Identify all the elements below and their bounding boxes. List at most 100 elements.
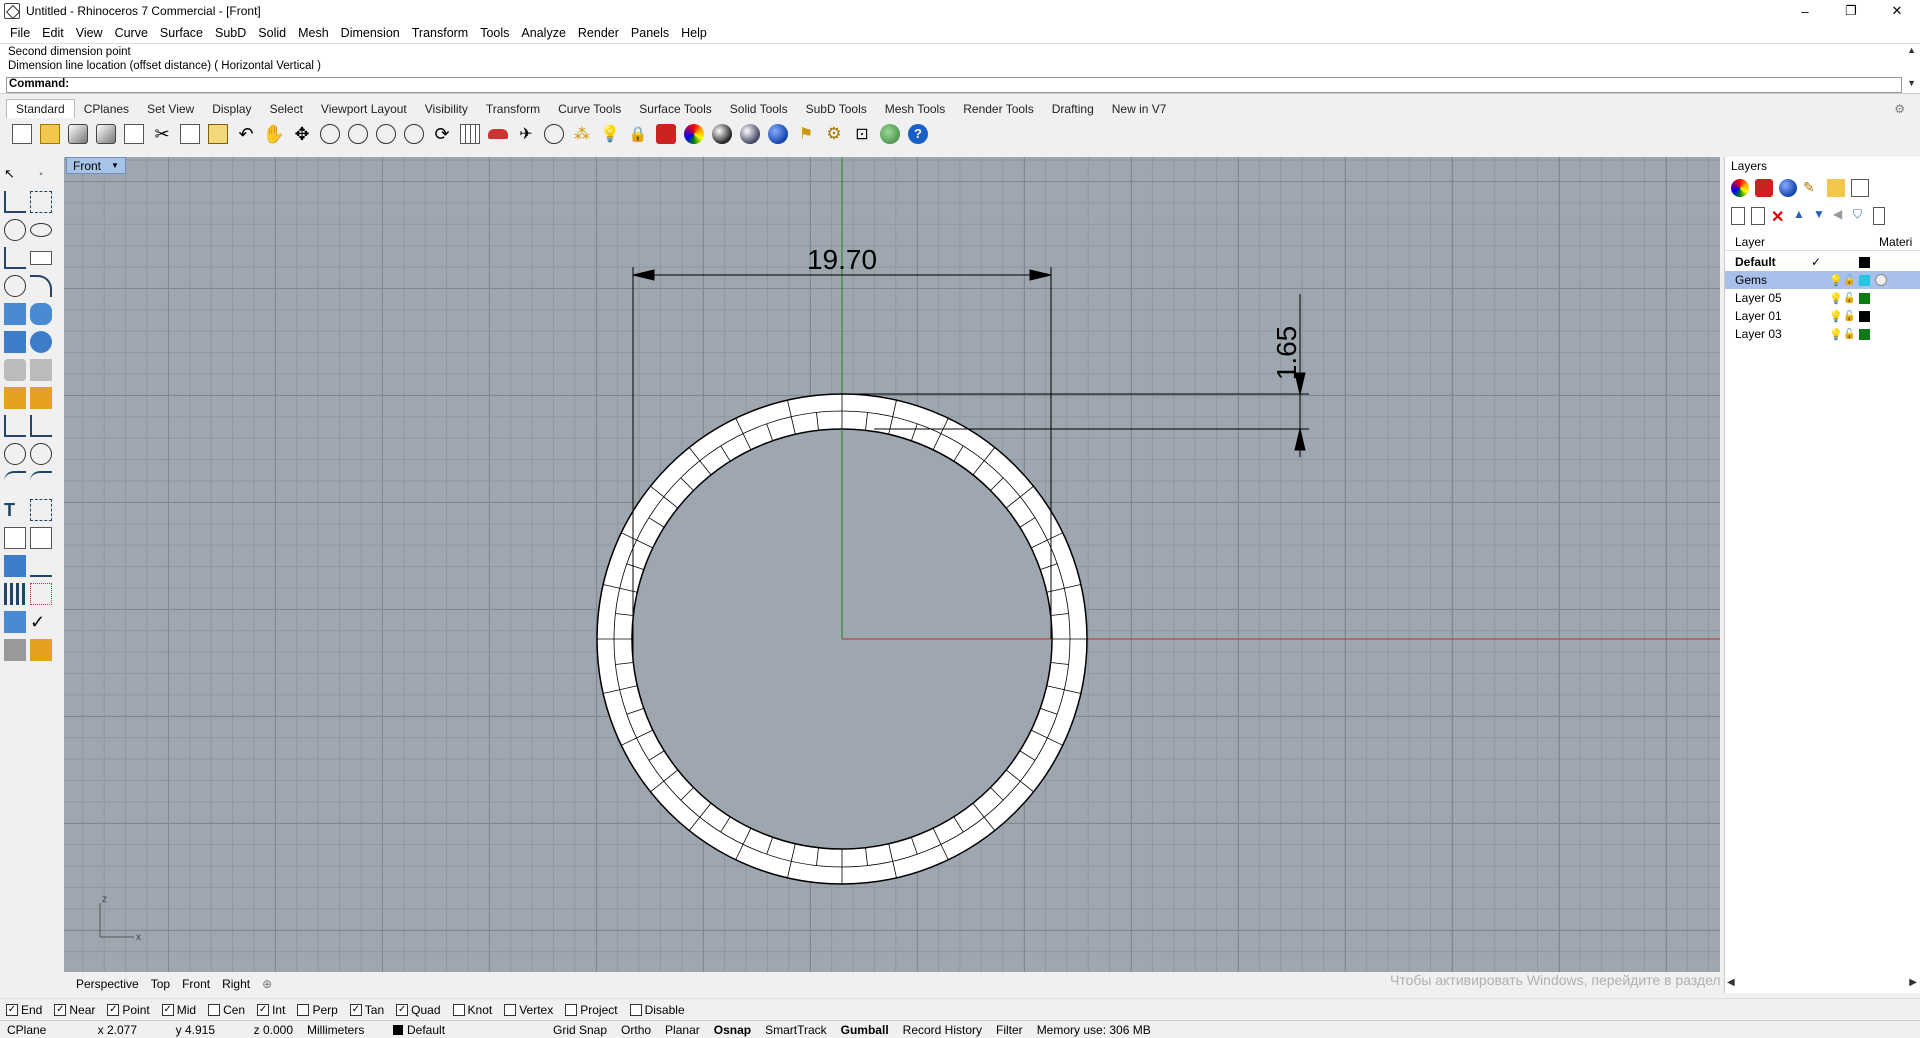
checkbox[interactable]: ✓ xyxy=(396,1003,409,1016)
osnap-end[interactable]: ✓ End xyxy=(6,1003,42,1017)
print-icon[interactable] xyxy=(92,121,120,147)
circle-target-icon[interactable] xyxy=(540,121,568,147)
grid-snap-toggle[interactable]: Grid Snap xyxy=(546,1023,614,1037)
grid-array-icon[interactable] xyxy=(4,583,26,605)
grid-icon[interactable] xyxy=(456,121,484,147)
light-bulb-icon[interactable]: 💡 xyxy=(1829,274,1843,287)
tab-display[interactable]: Display xyxy=(203,100,260,118)
checkbox[interactable] xyxy=(297,1003,310,1016)
point-icon[interactable]: ◦ xyxy=(30,169,52,180)
menu-analyze[interactable]: Analyze xyxy=(515,26,571,40)
layer-icon[interactable] xyxy=(1755,179,1773,197)
filter-icon[interactable]: ⚑ xyxy=(792,121,820,147)
filter-icon[interactable]: ⛉ xyxy=(1853,207,1867,227)
checkbox[interactable] xyxy=(452,1003,465,1016)
layer-color-swatch[interactable] xyxy=(1859,256,1870,268)
save-icon[interactable] xyxy=(64,121,92,147)
osnap-point[interactable]: ✓ Point xyxy=(107,1003,150,1017)
move-down-icon[interactable]: ▼ xyxy=(1813,207,1827,227)
scale-icon[interactable] xyxy=(30,499,52,521)
zoom-icon[interactable] xyxy=(316,121,344,147)
units-label[interactable]: Millimeters xyxy=(300,1023,386,1037)
tab-curve-tools[interactable]: Curve Tools xyxy=(549,100,630,118)
polyline-icon[interactable] xyxy=(4,191,26,213)
lock-icon[interactable]: 🔒 xyxy=(624,121,652,147)
triangle-icon[interactable] xyxy=(4,247,26,269)
osnap-quad[interactable]: ✓ Quad xyxy=(396,1003,441,1017)
tab-render-tools[interactable]: Render Tools xyxy=(954,100,1043,118)
planar-toggle[interactable]: Planar xyxy=(658,1023,707,1037)
folder-icon[interactable] xyxy=(1827,179,1845,197)
gumball-toggle[interactable]: Gumball xyxy=(834,1023,896,1037)
points-icon[interactable]: ⁂ xyxy=(568,121,596,147)
checkbox[interactable] xyxy=(629,1003,642,1016)
plane-icon[interactable]: ✈ xyxy=(512,121,540,147)
layer-color-swatch[interactable] xyxy=(1859,274,1870,286)
dimension-icon[interactable]: ⊡ xyxy=(848,121,876,147)
pan-icon[interactable]: ✋ xyxy=(260,121,288,147)
zoom-selected-icon[interactable] xyxy=(400,121,428,147)
tab-visibility[interactable]: Visibility xyxy=(416,100,477,118)
smarttrack-toggle[interactable]: SmartTrack xyxy=(758,1023,834,1037)
menu-transform[interactable]: Transform xyxy=(406,26,475,40)
light-bulb-icon[interactable]: 💡 xyxy=(1829,328,1843,341)
osnap-disable[interactable]: Disable xyxy=(629,1003,685,1017)
tab-perspective[interactable]: Perspective xyxy=(70,977,145,991)
cylinder-icon[interactable] xyxy=(4,359,26,381)
viewport-dropdown-icon[interactable]: ▼ xyxy=(111,161,119,170)
menu-subd[interactable]: SubD xyxy=(209,26,252,40)
render-sphere-icon[interactable] xyxy=(708,121,736,147)
osnap-mid[interactable]: ✓ Mid xyxy=(161,1003,196,1017)
checkbox[interactable] xyxy=(208,1003,221,1016)
color-wheel-icon[interactable] xyxy=(1731,179,1749,197)
control-points-icon[interactable] xyxy=(30,583,52,605)
delete-layer-icon[interactable]: ✕ xyxy=(1771,207,1787,227)
boolean-icon[interactable] xyxy=(30,331,52,353)
tab-new-in-v7[interactable]: New in V7 xyxy=(1103,100,1176,118)
osnap-tan[interactable]: ✓ Tan xyxy=(349,1003,384,1017)
render-sphere-icon[interactable] xyxy=(1779,179,1797,197)
move-view-icon[interactable]: ✥ xyxy=(288,121,316,147)
checkbox[interactable]: ✓ xyxy=(161,1003,174,1016)
analyze-icon[interactable] xyxy=(4,611,26,633)
rotate-view-icon[interactable]: ⟳ xyxy=(428,121,456,147)
record-history-toggle[interactable]: Record History xyxy=(896,1023,989,1037)
cplane-label[interactable]: CPlane xyxy=(0,1023,66,1037)
car-icon[interactable] xyxy=(484,121,512,147)
checkbox[interactable]: ✓ xyxy=(54,1003,67,1016)
osnap-vertex[interactable]: Vertex xyxy=(504,1003,553,1017)
layer-icon[interactable] xyxy=(652,121,680,147)
checkbox[interactable]: ✓ xyxy=(349,1003,362,1016)
dim-icon[interactable] xyxy=(30,555,52,577)
layer-column-header[interactable]: Layer xyxy=(1735,235,1765,249)
split-icon[interactable] xyxy=(30,471,52,493)
osnap-project[interactable]: Project xyxy=(565,1003,618,1017)
copy-icon[interactable] xyxy=(176,121,204,147)
tab-mesh-tools[interactable]: Mesh Tools xyxy=(876,100,954,118)
menu-curve[interactable]: Curve xyxy=(109,26,154,40)
unlock-icon[interactable]: 🔓 xyxy=(1843,329,1855,340)
scroll-left-icon[interactable]: ◀ xyxy=(1727,977,1735,988)
mirror-icon[interactable] xyxy=(30,527,52,549)
light-bulb-icon[interactable]: 💡 xyxy=(1829,310,1843,323)
display-icon[interactable] xyxy=(1851,179,1869,197)
menu-solid[interactable]: Solid xyxy=(252,26,292,40)
trim-icon[interactable] xyxy=(4,471,26,493)
cut-icon[interactable]: ✂ xyxy=(148,121,176,147)
menu-render[interactable]: Render xyxy=(572,26,625,40)
material-column-header[interactable]: Materi xyxy=(1879,235,1912,249)
tab-top[interactable]: Top xyxy=(145,977,176,991)
scroll-up-icon[interactable]: ▲ xyxy=(1907,45,1916,55)
light-bulb-icon[interactable]: 💡 xyxy=(1829,292,1843,305)
new-sublayer-icon[interactable] xyxy=(1751,207,1765,225)
extrude-icon[interactable] xyxy=(30,359,52,381)
circle-icon[interactable] xyxy=(4,219,26,241)
tab-standard[interactable]: Standard xyxy=(6,99,75,118)
layers-horizontal-scrollbar[interactable]: ◀ ▶ xyxy=(1725,977,1920,993)
render-icon[interactable] xyxy=(4,639,26,661)
layer-row-gems[interactable]: Gems 💡 🔓 xyxy=(1725,271,1920,289)
layer-color-swatch[interactable] xyxy=(1859,328,1870,340)
osnap-knot[interactable]: Knot xyxy=(452,1003,492,1017)
rectangle-icon[interactable] xyxy=(30,251,52,265)
offset-icon[interactable] xyxy=(30,415,52,437)
